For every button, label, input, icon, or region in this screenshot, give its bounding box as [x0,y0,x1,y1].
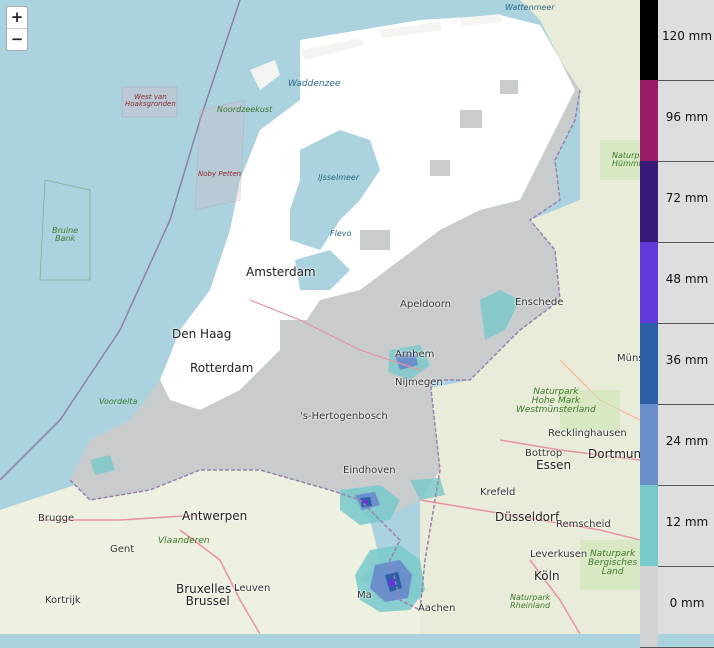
label-enschede: Enschede [515,297,564,308]
label-naturpark-hohe-mark: Naturpark Hohe Mark Westmünsterland [516,388,596,415]
legend-swatch [640,0,658,80]
label-s-hertogenbosch: 's-Hertogenbosch [300,411,388,422]
legend-label: 24 mm [665,434,709,448]
label-bruine-bank: Bruine Bank [52,227,78,243]
label-koln: Köln [534,569,560,583]
zoom-out-button[interactable]: − [7,28,27,50]
legend-row: 0 mm [640,566,714,648]
label-amsterdam: Amsterdam [246,265,316,279]
legend-row: 36 mm [640,323,714,405]
label-bruine-bank-line2: Bank [54,234,76,243]
label-antwerpen: Antwerpen [182,509,248,523]
legend-label: 96 mm [665,110,709,124]
label-rotterdam: Rotterdam [190,361,254,375]
label-arnhem: Arnhem [395,349,435,360]
label-gent: Gent [110,544,135,555]
legend-row: 12 mm [640,485,714,567]
legend-swatch [640,161,658,242]
label-brugge: Brugge [38,513,75,524]
label-west-van: West van Hoaksgronden [125,94,176,108]
label-wattenmeer: Wattenmeer [505,3,555,12]
label-dusseldorf: Düsseldorf [495,510,560,524]
label-bruxelles-line2: Brussel [185,594,230,608]
legend-swatch [640,80,658,161]
legend-label: 12 mm [665,515,709,529]
label-naturpark-bergisches-land: Naturpark Bergisches Land [588,550,637,577]
label-essen: Essen [536,458,572,472]
basemap [0,0,640,634]
label-naturpark-top-right-line2: Hümmli [612,159,640,168]
label-recklinghausen: Recklinghausen [548,428,627,439]
legend-row: 96 mm [640,80,714,162]
legend-label: 36 mm [665,353,709,367]
legend-swatch [640,404,658,485]
legend-label: 72 mm [665,191,709,205]
legend-row: 72 mm [640,161,714,243]
legend-row: 24 mm [640,404,714,486]
legend-label: 0 mm [669,596,705,610]
label-vlaanderen: Vlaanderen [158,536,210,546]
label-naturpark-rheinland-line2: Rheinland [510,601,551,610]
map-view[interactable]: + − Wattenmeer Waddenzee Noordzeekust We… [0,0,640,634]
label-waddenzee: Waddenzee [288,79,341,89]
legend-swatch [640,323,658,404]
label-nijmegen: Nijmegen [395,377,443,388]
label-krefeld: Krefeld [480,487,516,498]
legend-row: 48 mm [640,242,714,324]
label-aachen: Aachen [418,603,456,614]
label-flevo: Flevo [330,229,352,238]
zoom-in-button[interactable]: + [7,7,27,28]
zoom-control: + − [6,6,28,51]
label-remscheid: Remscheid [556,519,611,530]
legend-swatch [640,566,658,647]
legend-row: 120 mm [640,0,714,81]
label-leuven: Leuven [234,583,271,594]
label-naturpark-hohe-mark-line3: Westmünsterland [516,405,596,415]
label-naturpark-rheinland: Naturpark Rheinland [510,594,550,610]
label-west-van-line2: Hoaksgronden [125,100,176,108]
label-voordelta: Voordelta [99,397,138,406]
label-kortrijk: Kortrijk [45,595,81,606]
label-bruxelles: Bruxelles - Brussel [176,583,239,607]
label-bottrop: Bottrop [525,448,563,459]
legend-label: 120 mm [661,29,713,43]
legend-swatch [640,242,658,323]
legend-swatch [640,485,658,566]
label-noby-petten: Noby Petten [198,170,242,178]
precipitation-legend: 120 mm 96 mm 72 mm 48 mm 36 mm 24 mm 12 mm 0 mm [640,0,714,648]
label-naturpark-top-right: Naturpark Hümmli [612,152,640,168]
label-noordzeekust: Noordzeekust [217,105,273,114]
label-apeldoorn: Apeldoorn [400,299,451,310]
label-leverkusen: Leverkusen [530,549,588,560]
label-munster: Münster [617,353,640,364]
label-maastricht: Ma [357,590,372,601]
label-eindhoven: Eindhoven [343,465,396,476]
legend-label: 48 mm [665,272,709,286]
label-ijsselmeer: IJsselmeer [318,173,360,182]
label-dortmund: Dortmund [588,447,640,461]
label-naturpark-bergisches-land-line3: Land [601,567,624,577]
label-den-haag: Den Haag [172,327,232,341]
